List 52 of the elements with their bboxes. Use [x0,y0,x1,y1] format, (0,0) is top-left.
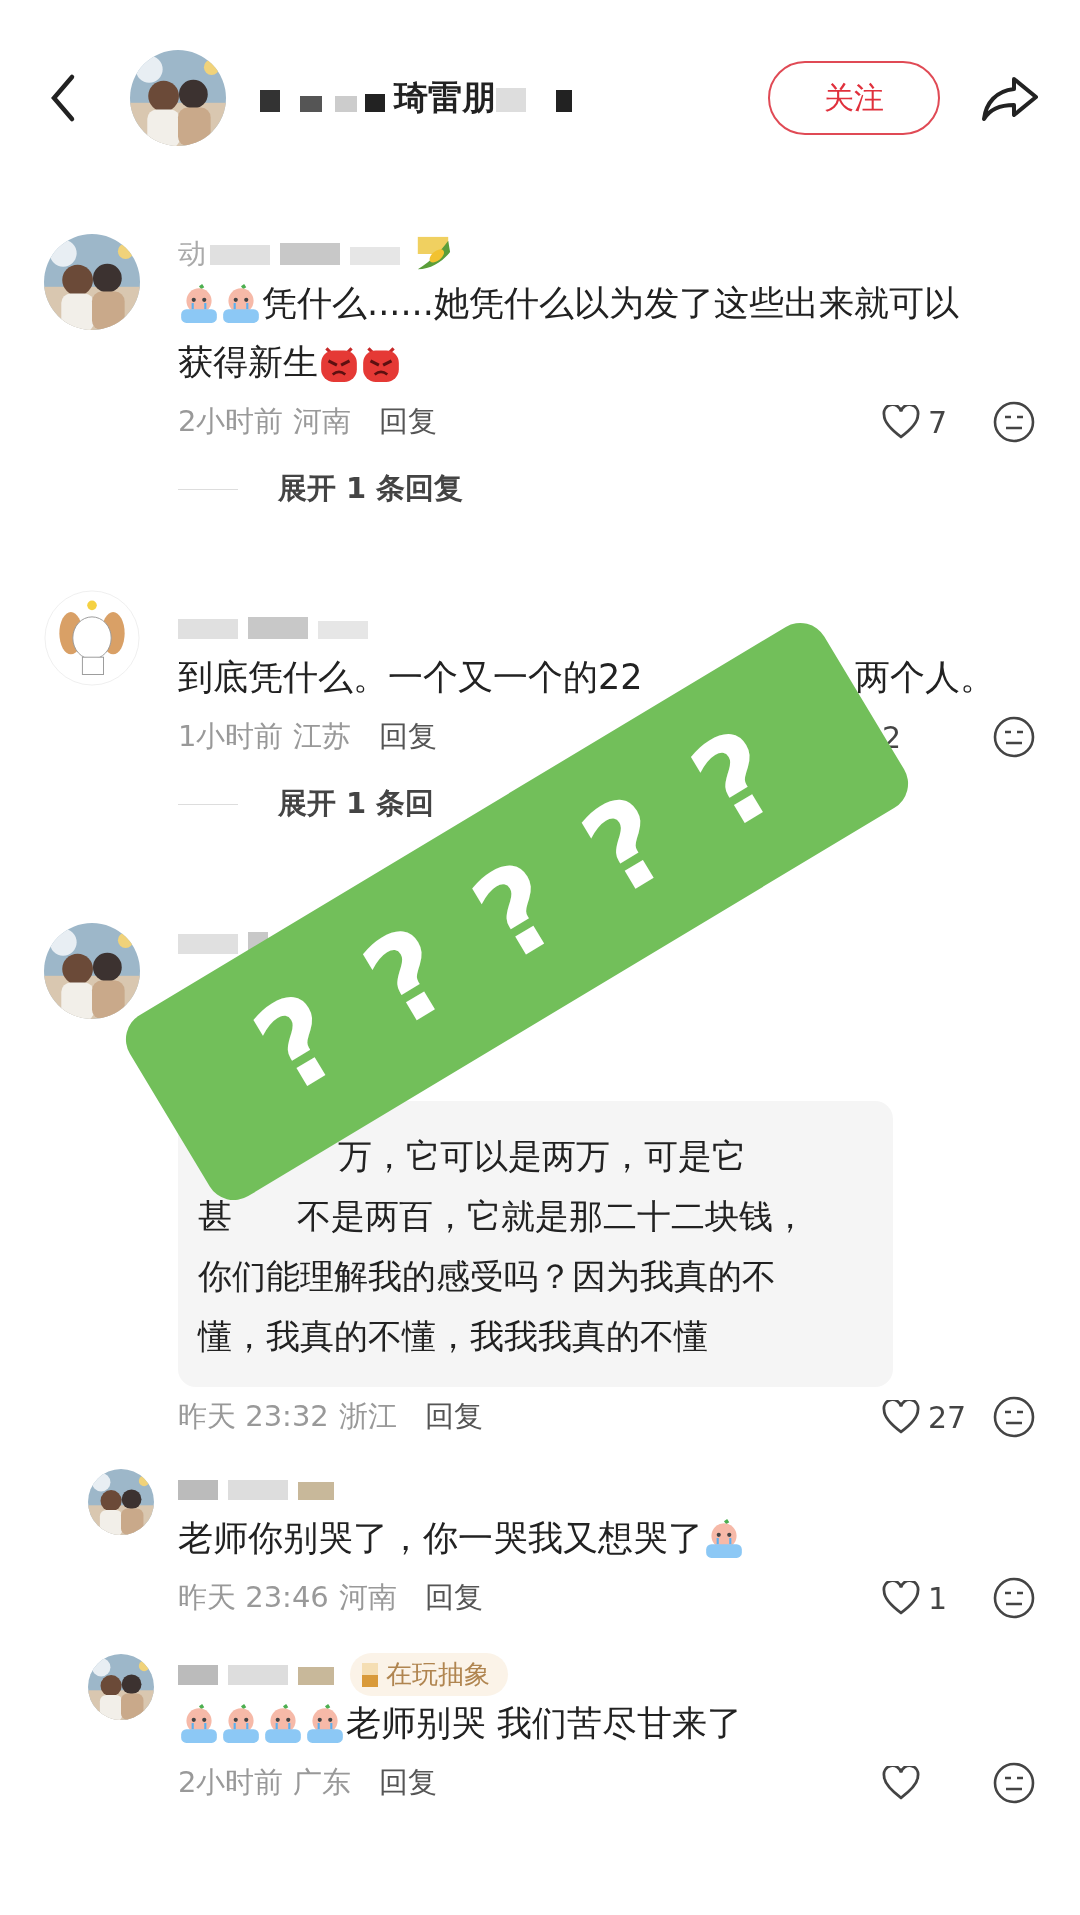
neutral-face-icon[interactable] [992,1576,1036,1620]
like-count: 7 [928,404,948,440]
crying-emoji-icon [220,282,262,325]
comment-location: 浙江 [338,1398,397,1435]
comment-location: 广东 [293,1764,352,1801]
comment-text: 老师你别哭了，你一哭我又想哭了 [178,1517,703,1560]
dog-avatar-icon [44,590,140,686]
expand-replies-link[interactable]: 展开 1 条回复 [278,469,464,509]
heart-icon[interactable] [882,1400,920,1434]
crying-emoji-icon [178,1702,220,1745]
comment-time: 2小时前 [178,403,284,440]
author-name: 琦雷朋 [394,76,496,119]
neutral-face-icon[interactable] [992,1761,1036,1805]
crying-emoji-icon [304,1702,346,1745]
crying-emoji-icon [178,282,220,325]
comment-text: 老师别哭 我们苦尽甘来了 [346,1702,743,1745]
like-count: 27 [928,1399,967,1435]
comment-text: 获得新生 [178,341,318,384]
comment-time: 1小时前 [178,718,284,755]
reply-link[interactable]: 回复 [379,402,438,442]
heart-icon[interactable] [882,1581,920,1615]
neutral-face-icon[interactable] [992,1395,1036,1439]
reply-link[interactable]: 回复 [379,1763,438,1803]
heart-icon[interactable] [882,1766,920,1800]
tag-label: 在玩抽象 [386,1657,490,1691]
comment-text: 到底凭什么。一个又一个的22 [178,656,643,699]
comment-location: 河南 [293,403,352,440]
crying-emoji-icon [220,1702,262,1745]
comment-time: 2小时前 [178,1764,284,1801]
crying-emoji-icon [262,1702,304,1745]
user-name: 动 [178,236,206,272]
comment-text: 万，它可以是两万，可是它 [338,1135,746,1178]
like-count: 1 [928,1580,948,1616]
comment-text: 两个人。 [854,656,995,699]
expand-replies-link[interactable]: 展开 1 条回 [278,784,435,824]
comment-location: 江苏 [293,718,352,755]
comment-text: 凭什么......她凭什么以为发了这些出来就可以 [262,282,959,325]
comment-text: 甚 [198,1195,232,1238]
comment-location: 河南 [338,1579,397,1616]
reply-link[interactable]: 回复 [424,1578,483,1618]
follow-button[interactable]: 关注 [768,61,940,135]
comment-time: 昨天 23:32 [178,1398,329,1435]
comment-text: 你们能理解我的感受吗？因为我真的不 [198,1255,776,1298]
neutral-face-icon[interactable] [992,715,1036,759]
reply-link[interactable]: 回复 [379,717,438,757]
heart-icon[interactable] [882,405,920,439]
comment-text: 懂，我真的不懂，我我我真的不懂 [198,1315,708,1358]
neutral-face-icon[interactable] [992,400,1036,444]
crying-emoji-icon [703,1517,745,1560]
comment-time: 昨天 23:46 [178,1579,329,1616]
comment-text: 不是两百，它就是那二十二块钱， [297,1195,807,1238]
reply-link[interactable]: 回复 [424,1397,483,1437]
